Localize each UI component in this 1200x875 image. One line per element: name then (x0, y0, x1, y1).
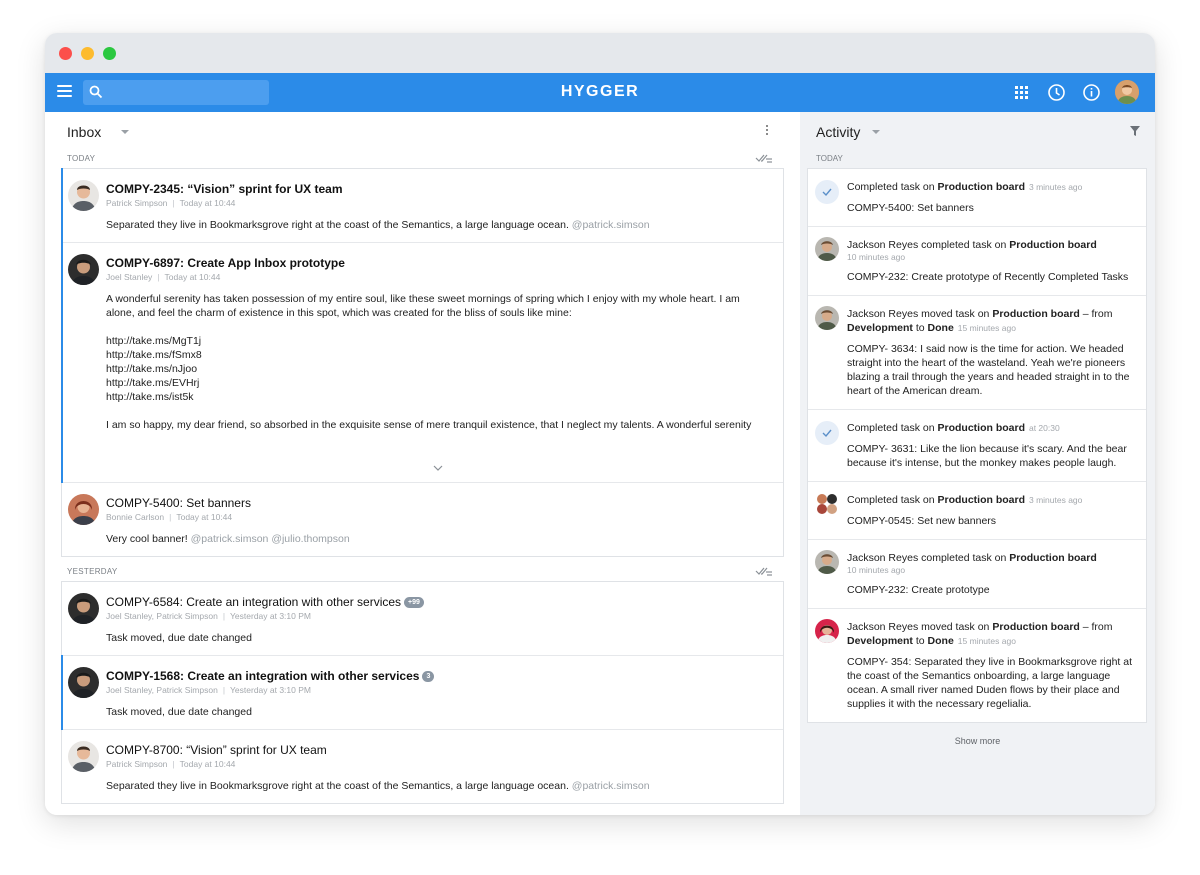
avatar (815, 237, 839, 261)
activity-item[interactable]: Completed task on Production board 3 minu… (808, 169, 1146, 227)
mark-all-read-icon[interactable] (755, 566, 773, 576)
link-list: http://take.ms/MgT1j http://take.ms/fSmx… (106, 334, 769, 404)
item-body: Separated they live in Bookmarksgrove ri… (106, 219, 650, 231)
avatar (68, 667, 99, 698)
clock-icon[interactable] (1047, 83, 1066, 102)
inbox-item[interactable]: COMPY-2345: “Vision” sprint for UX team … (61, 168, 783, 243)
mention-link[interactable]: @patrick.simson (572, 219, 650, 231)
activity-item[interactable]: Completed task on Production board 3 minu… (808, 482, 1146, 540)
inbox-dropdown-caret-icon[interactable] (121, 130, 129, 134)
activity-item[interactable]: Jackson Reyes moved task on Production b… (808, 609, 1146, 722)
item-title: COMPY-2345: “Vision” sprint for UX team (106, 182, 343, 196)
section-label-today: TODAY (816, 154, 843, 163)
item-title: COMPY-1568: Create an integration with o… (106, 668, 769, 684)
group-avatar (815, 492, 839, 516)
item-body: Task moved, due date changed (106, 706, 252, 718)
activity-dropdown-caret-icon[interactable] (872, 130, 880, 134)
link[interactable]: http://take.ms/EVHrj (106, 376, 769, 390)
show-more-link[interactable]: Show more (800, 736, 1155, 746)
avatar (68, 254, 99, 285)
close-window-button[interactable] (59, 47, 72, 60)
item-body: Very cool banner! @patrick.simson @julio… (106, 533, 350, 545)
inbox-item[interactable]: COMPY-1568: Create an integration with o… (61, 655, 783, 730)
today-group: COMPY-2345: “Vision” sprint for UX team … (61, 168, 784, 557)
activity-body: COMPY-232: Create prototype of Recently … (847, 271, 1129, 283)
inbox-item[interactable]: COMPY-8700: “Vision” sprint for UX team … (62, 730, 783, 803)
item-meta: Bonnie Carlson | Today at 10:44 (106, 512, 233, 522)
info-icon[interactable] (1082, 83, 1101, 102)
activity-item[interactable]: Jackson Reyes completed task on Producti… (808, 540, 1146, 609)
top-bar: HYGGER (45, 73, 1155, 112)
inbox-item[interactable]: COMPY-6584: Create an integration with o… (62, 582, 783, 656)
more-options-icon[interactable] (765, 125, 769, 137)
item-title: COMPY-8700: “Vision” sprint for UX team (106, 743, 327, 757)
inbox-item[interactable]: COMPY-5400: Set banners Bonnie Carlson | T… (62, 483, 783, 556)
item-body: A wonderful serenity has taken possessio… (106, 293, 740, 319)
avatar (68, 593, 99, 624)
item-meta: Joel Stanley | Today at 10:44 (106, 272, 221, 282)
item-title: COMPY-6897: Create App Inbox prototype (106, 256, 345, 270)
item-meta: Patrick Simpson | Today at 10:44 (106, 198, 236, 208)
activity-list: Completed task on Production board 3 minu… (807, 168, 1147, 723)
item-title: COMPY-5400: Set banners (106, 496, 251, 510)
check-icon (815, 421, 839, 445)
item-body: Task moved, due date changed (106, 632, 252, 644)
app-window: HYGGER Inbox TODAY COMPY-2345: “Vision” … (45, 33, 1155, 815)
window-titlebar (45, 33, 1155, 73)
section-label-yesterday: YESTERDAY (45, 563, 800, 581)
avatar (815, 619, 839, 643)
inbox-panel: Inbox TODAY COMPY-2345: “Vision” sprint … (45, 112, 800, 815)
yesterday-group: COMPY-6584: Create an integration with o… (61, 581, 784, 804)
maximize-window-button[interactable] (103, 47, 116, 60)
link[interactable]: http://take.ms/fSmx8 (106, 348, 769, 362)
count-badge: +99 (404, 597, 424, 608)
avatar (68, 741, 99, 772)
avatar (815, 306, 839, 330)
item-meta: Joel Stanley, Patrick Simpson | Yesterday … (106, 685, 311, 695)
inbox-title: Inbox (67, 124, 102, 140)
item-title: COMPY-6584: Create an integration with o… (106, 594, 769, 610)
link[interactable]: http://take.ms/MgT1j (106, 334, 769, 348)
activity-body: COMPY- 3634: I said now is the time for … (847, 343, 1130, 397)
item-meta: Joel Stanley, Patrick Simpson | Yesterday … (106, 611, 311, 621)
avatar (68, 180, 99, 211)
app-brand-logo: HYGGER (560, 83, 640, 100)
mention-link[interactable]: @patrick.simson @julio.thompson (191, 533, 350, 545)
avatar (68, 494, 99, 525)
item-meta: Patrick Simpson | Today at 10:44 (106, 759, 236, 769)
inbox-item[interactable]: COMPY-6897: Create App Inbox prototype J… (61, 242, 783, 483)
activity-body: COMPY-5400: Set banners (847, 202, 974, 214)
activity-item[interactable]: Completed task on Production board at 20:… (808, 410, 1146, 482)
item-body-continued: I am so happy, my dear friend, so absorb… (106, 419, 752, 431)
minimize-window-button[interactable] (81, 47, 94, 60)
filter-icon[interactable] (1130, 126, 1140, 136)
apps-grid-icon[interactable] (1012, 83, 1031, 102)
activity-body: COMPY- 354: Separated they live in Bookm… (847, 656, 1133, 710)
section-label-today: TODAY (45, 150, 800, 168)
mark-all-read-icon[interactable] (755, 153, 773, 163)
activity-body: COMPY-232: Create prototype (847, 584, 990, 596)
activity-title: Activity (816, 124, 861, 140)
check-icon (815, 180, 839, 204)
activity-item[interactable]: Jackson Reyes moved task on Production b… (808, 296, 1146, 410)
expand-chevron-down-icon[interactable] (106, 462, 769, 472)
item-body: Separated they live in Bookmarksgrove ri… (106, 780, 650, 792)
avatar (815, 550, 839, 574)
activity-body: COMPY- 3631: Like the lion because it's … (847, 443, 1127, 469)
activity-panel: Activity TODAY Completed task on Product… (800, 112, 1155, 815)
count-badge: 3 (422, 671, 435, 682)
link[interactable]: http://take.ms/ist5k (106, 390, 769, 404)
activity-item[interactable]: Jackson Reyes completed task on Producti… (808, 227, 1146, 296)
activity-body: COMPY-0545: Set new banners (847, 515, 997, 527)
link[interactable]: http://take.ms/nJjoo (106, 362, 769, 376)
mention-link[interactable]: @patrick.simson (572, 780, 650, 792)
user-avatar[interactable] (1115, 80, 1139, 104)
